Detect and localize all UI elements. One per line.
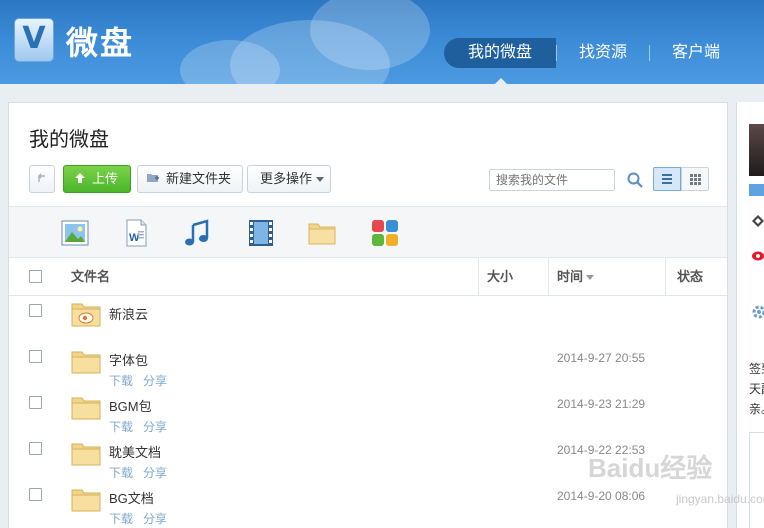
row-actions: 下载 分享 — [109, 510, 177, 527]
share-link[interactable]: 分享 — [143, 512, 167, 526]
download-link[interactable]: 下载 — [109, 512, 133, 526]
row-checkbox[interactable] — [29, 396, 42, 409]
right-sidebar: 签到 天副 亲。 — [736, 102, 764, 528]
sidebar-text: 签到 — [749, 362, 764, 376]
apps-filter-icon[interactable] — [371, 219, 399, 247]
column-divider — [478, 258, 479, 296]
download-link[interactable]: 下载 — [109, 466, 133, 480]
document-filter-icon[interactable]: W — [122, 219, 150, 247]
share-link[interactable]: 分享 — [143, 466, 167, 480]
file-name[interactable]: BG文档 — [109, 488, 154, 507]
file-table-header: 文件名 大小 时间 状态 — [9, 258, 727, 296]
table-row[interactable]: 新浪云 — [9, 296, 727, 342]
row-checkbox[interactable] — [29, 350, 42, 363]
new-folder-button[interactable]: 新建文件夹 — [137, 165, 243, 193]
column-divider — [548, 258, 549, 296]
sidebar-text: 天副 — [749, 382, 764, 396]
logo-icon[interactable]: V — [14, 18, 54, 62]
row-actions: 下载 分享 — [109, 372, 177, 389]
nav-my-disk[interactable]: 我的微盘 — [444, 38, 557, 68]
share-link[interactable]: 分享 — [143, 420, 167, 434]
folder-icon — [71, 443, 101, 466]
brand-name[interactable]: 微盘 — [66, 18, 134, 64]
select-all-checkbox[interactable] — [29, 270, 42, 283]
file-name[interactable]: 字体包 — [109, 350, 148, 369]
grid-view-toggle[interactable] — [681, 167, 709, 191]
top-header: V 微盘 我的微盘 找资源 客户端 — [0, 0, 764, 84]
more-actions-dropdown[interactable]: 更多操作 — [247, 165, 331, 193]
chevron-down-icon — [316, 177, 325, 183]
nav-active-pointer — [494, 78, 508, 84]
music-filter-icon[interactable] — [183, 219, 211, 247]
file-date: 2014-9-20 08:06 — [557, 489, 646, 503]
diamond-icon[interactable] — [751, 214, 764, 228]
file-name[interactable]: 耽美文档 — [109, 442, 161, 461]
grid-icon — [690, 174, 701, 185]
image-filter-icon[interactable] — [61, 219, 89, 247]
column-divider — [665, 258, 666, 296]
column-filename[interactable]: 文件名 — [71, 258, 110, 296]
main-nav: 我的微盘 找资源 客户端 — [444, 38, 742, 68]
search-icon[interactable] — [627, 172, 643, 188]
nav-find-resources[interactable]: 找资源 — [557, 38, 649, 68]
file-name[interactable]: BGM包 — [109, 396, 152, 415]
share-link[interactable]: 分享 — [143, 374, 167, 388]
page-title: 我的微盘 — [29, 129, 109, 151]
user-level-bar — [749, 184, 764, 196]
folder-icon — [71, 397, 101, 420]
row-actions: 下载 分享 — [109, 464, 177, 481]
upload-arrow-icon — [75, 173, 85, 183]
sidebar-text: 亲。 — [749, 402, 764, 416]
list-view-toggle[interactable] — [653, 167, 681, 191]
column-status[interactable]: 状态 — [677, 258, 703, 296]
column-size[interactable]: 大小 — [487, 258, 513, 296]
file-name[interactable]: 新浪云 — [109, 304, 148, 323]
file-type-filter-bar: W — [9, 206, 727, 258]
new-folder-icon — [147, 174, 159, 182]
user-avatar[interactable] — [749, 124, 764, 176]
folder-filter-icon[interactable] — [308, 219, 336, 247]
row-checkbox[interactable] — [29, 442, 42, 455]
download-link[interactable]: 下载 — [109, 420, 133, 434]
table-row[interactable]: BG文档 下载 分享 2014-9-20 08:06 — [9, 480, 727, 526]
folder-icon — [71, 351, 101, 374]
table-row[interactable]: BGM包 下载 分享 2014-9-23 21:29 — [9, 388, 727, 434]
sidebar-panel — [749, 432, 764, 528]
weibo-icon[interactable] — [751, 248, 764, 262]
download-link[interactable]: 下载 — [109, 374, 133, 388]
new-folder-label: 新建文件夹 — [166, 171, 232, 186]
back-arrow-icon — [38, 173, 45, 182]
back-button[interactable] — [29, 165, 55, 193]
folder-icon — [71, 489, 101, 512]
column-time[interactable]: 时间 — [557, 258, 595, 296]
file-date: 2014-9-23 21:29 — [557, 397, 646, 411]
toolbar: 上传 新建文件夹 更多操作 — [29, 165, 719, 193]
weibo-folder-icon — [71, 303, 101, 327]
row-actions: 下载 分享 — [109, 418, 177, 435]
more-actions-label: 更多操作 — [260, 171, 313, 186]
row-checkbox[interactable] — [29, 304, 42, 317]
gear-icon[interactable] — [751, 304, 764, 320]
upload-button[interactable]: 上传 — [63, 165, 131, 193]
column-time-label: 时间 — [557, 269, 584, 284]
baidu-watermark-url: jingyan.baidu.com — [676, 492, 764, 506]
baidu-watermark: Baidu经验 — [588, 453, 713, 483]
upload-label: 上传 — [92, 171, 119, 186]
search-input[interactable] — [489, 169, 615, 191]
row-checkbox[interactable] — [29, 488, 42, 501]
list-icon — [662, 174, 672, 184]
video-filter-icon[interactable] — [247, 219, 275, 247]
nav-client[interactable]: 客户端 — [650, 38, 742, 68]
table-row[interactable]: 字体包 下载 分享 2014-9-27 20:55 — [9, 342, 727, 388]
file-date: 2014-9-27 20:55 — [557, 351, 646, 365]
sort-down-icon — [586, 275, 595, 281]
